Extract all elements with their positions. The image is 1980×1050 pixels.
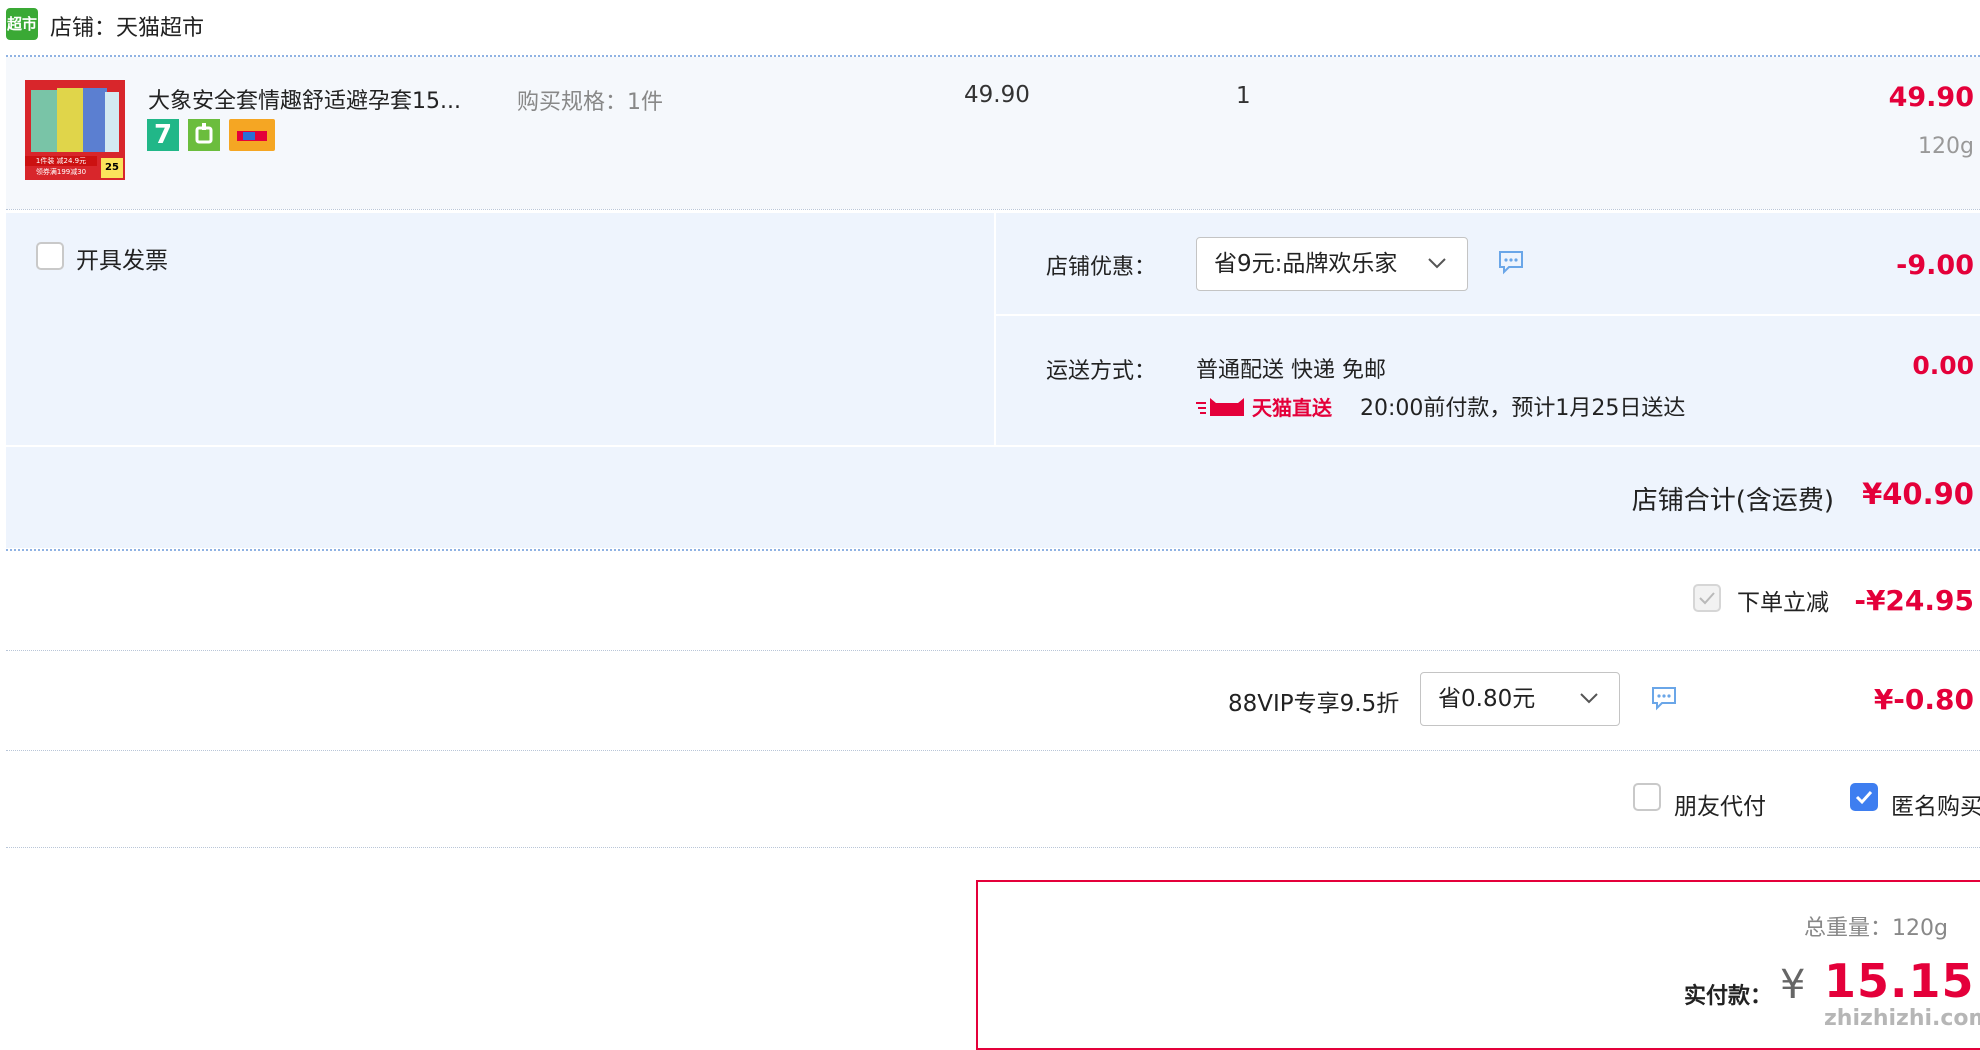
vip-discount-selected: 省0.80元: [1438, 686, 1536, 712]
pay-currency: ¥: [1780, 962, 1806, 1008]
pay-label: 实付款：: [1684, 984, 1773, 1009]
tmall-cat-icon: [1196, 398, 1244, 416]
shop-coupon-label: 店铺优惠：: [1046, 255, 1157, 280]
shop-header: 超市 店铺：天猫超市: [6, 6, 606, 46]
panel-row-divider: [996, 314, 1980, 316]
divider: [6, 549, 1980, 551]
shop-total-row: 店铺合计(含运费) ¥40.90: [6, 447, 1980, 548]
quantity: 1: [1236, 83, 1251, 109]
comment-icon[interactable]: [1497, 249, 1525, 275]
chevron-down-icon: [1580, 693, 1598, 704]
delivery-eta: 20:00前付款，预计1月25日送达: [1360, 396, 1686, 421]
tmall-direct-label: 天猫直送: [1252, 396, 1332, 420]
vip-discount-amount: ¥-0.80: [1873, 683, 1974, 716]
comment-icon[interactable]: [1650, 685, 1678, 711]
checkmark-icon: [1855, 790, 1873, 805]
shop-total-amount: ¥40.90: [1862, 477, 1974, 511]
product-title[interactable]: 大象安全套情趣舒适避孕套15...: [148, 83, 461, 115]
divider: [6, 847, 1980, 848]
item-total: 49.90: [1888, 82, 1974, 113]
chevron-down-icon: [1428, 258, 1446, 269]
total-weight: 总重量：120g: [1804, 916, 1948, 941]
tmall-direct-badge: 天猫直送: [1196, 391, 1346, 420]
thumbnail-promo-1: 1件装 减24.9元: [25, 156, 97, 166]
shop-name[interactable]: 店铺：天猫超市: [50, 10, 204, 42]
thumbnail-promo-2: 领券满199减30: [35, 168, 87, 176]
anonymous-label[interactable]: 匿名购买: [1891, 787, 1980, 821]
tmall-supermarket-icon: 超市: [6, 8, 38, 40]
order-options-panel: 开具发票 店铺优惠： 省9元:品牌欢乐家 -9.00 运送方式： 普通配送 快递…: [6, 213, 1980, 445]
shop-coupon-amount: -9.00: [1896, 250, 1974, 281]
pay-amount: 15.15: [1824, 954, 1975, 1008]
vip-discount-label: 88VIP专享9.5折: [1228, 691, 1400, 717]
seven-day-return-icon: 7: [147, 119, 179, 151]
instant-discount-amount: -¥24.95: [1854, 584, 1974, 617]
friend-pay-checkbox[interactable]: [1633, 783, 1661, 811]
instant-discount-checkbox: [1693, 584, 1721, 612]
shop-coupon-select[interactable]: 省9元:品牌欢乐家: [1196, 237, 1468, 291]
unit-price: 49.90: [964, 82, 1030, 108]
shipping-label: 运送方式：: [1046, 359, 1157, 384]
checkmark-icon: [1699, 592, 1715, 605]
purchase-spec: 购买规格：1件: [517, 90, 663, 115]
thumbnail-price-badge: 25: [101, 158, 123, 178]
shop-coupon-selected: 省9元:品牌欢乐家: [1214, 251, 1398, 277]
guarantee-icon: [188, 119, 220, 151]
panel-divider: [994, 213, 996, 445]
product-thumbnail[interactable]: 1件装 减24.9元 领券满199减30 25: [25, 80, 125, 180]
shipping-method: 普通配送 快递 免邮: [1196, 358, 1386, 383]
vip-discount-select[interactable]: 省0.80元: [1420, 672, 1620, 726]
watermark: zhizhizhi.com: [1824, 1006, 1980, 1031]
divider: [6, 750, 1980, 751]
invoice-label[interactable]: 开具发票: [76, 241, 168, 275]
item-weight: 120g: [1918, 134, 1974, 159]
shop-total-label: 店铺合计(含运费): [1631, 486, 1834, 516]
anonymous-checkbox[interactable]: [1850, 783, 1878, 811]
payment-summary-box: 总重量：120g 实付款： ¥ 15.15 zhizhizhi.com: [976, 880, 1980, 1050]
divider: [6, 209, 1980, 210]
item-row: 1件装 减24.9元 领券满199减30 25 大象安全套情趣舒适避孕套15..…: [6, 57, 1980, 209]
divider: [6, 650, 1980, 651]
instant-discount-label: 下单立减: [1737, 590, 1829, 616]
friend-pay-label[interactable]: 朋友代付: [1674, 787, 1766, 821]
card-icon: [229, 119, 275, 151]
shipping-amount: 0.00: [1912, 351, 1974, 380]
invoice-checkbox[interactable]: [36, 242, 64, 270]
